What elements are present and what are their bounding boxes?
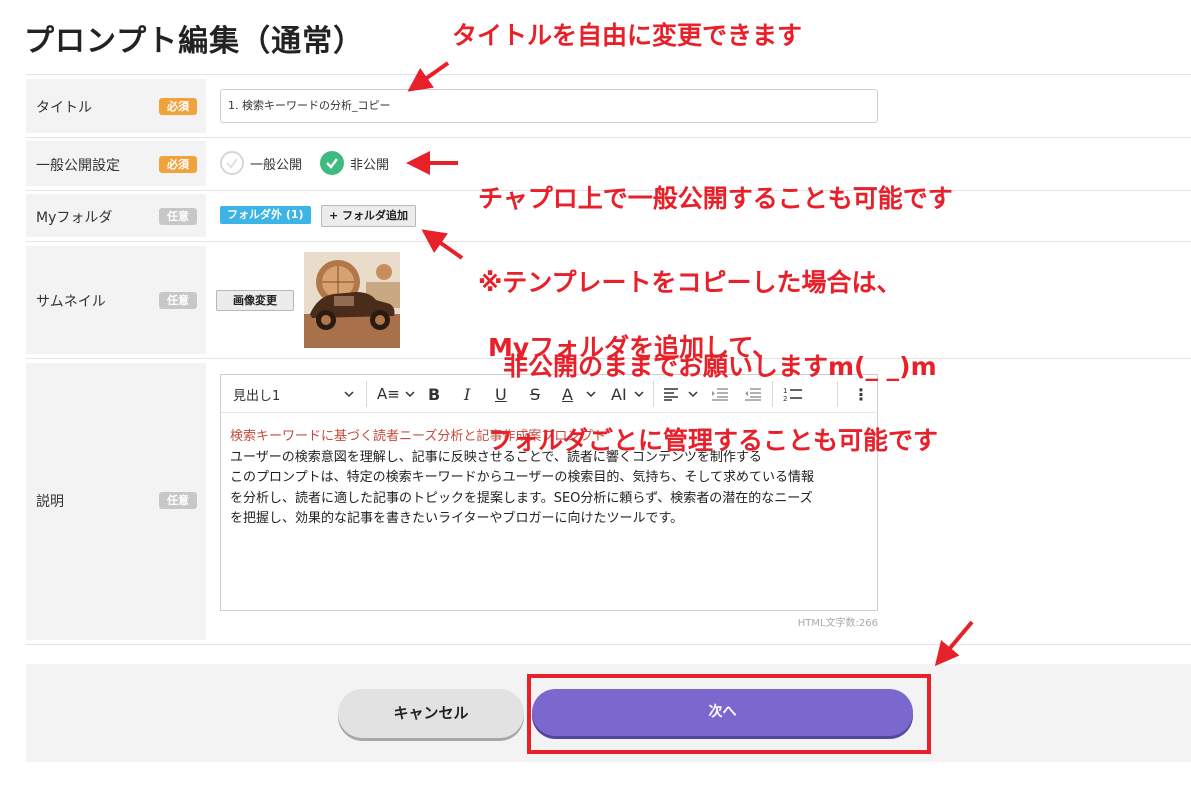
- required-badge: 必須: [159, 98, 197, 115]
- radio-public[interactable]: 一般公開: [220, 150, 302, 176]
- annotation-line: Myフォルダを追加して、: [488, 333, 778, 362]
- description-paragraph-line: を分析し、読者に適した記事のトピックを提案します。SEO分析に頼らず、検索者の潜…: [230, 490, 813, 506]
- annotation-folder-note: Myフォルダを追加して、 フォルダごとに管理することも可能です: [488, 270, 938, 487]
- font-size-icon[interactable]: A≡: [377, 375, 400, 413]
- description-paragraph-line: を把握し、効果的な記事を書きたいライターやブロガーに向けたツールです。: [230, 511, 684, 526]
- cancel-button[interactable]: キャンセル: [338, 689, 524, 738]
- visibility-label-cell: 一般公開設定 必須: [26, 141, 206, 186]
- divider: [26, 74, 1191, 75]
- annotation-line: フォルダごとに管理することも可能です: [488, 426, 939, 455]
- heading-select[interactable]: 見出し1: [233, 375, 280, 413]
- radio-private-label: 非公開: [350, 157, 390, 173]
- radio-public-label: 一般公開: [250, 157, 303, 173]
- toolbar-separator: [366, 381, 367, 407]
- title-label: タイトル: [36, 100, 92, 116]
- char-count: HTML文字数:266: [797, 618, 878, 629]
- check-icon: [320, 151, 344, 175]
- chevron-down-icon[interactable]: [343, 375, 355, 413]
- description-label: 説明: [36, 494, 64, 510]
- folder-label: Myフォルダ: [36, 210, 113, 226]
- arrow-icon: [407, 61, 450, 92]
- italic-icon[interactable]: I: [464, 375, 470, 413]
- thumbnail-label: サムネイル: [36, 294, 106, 310]
- title-label-cell: タイトル 必須: [26, 79, 206, 133]
- folder-label-cell: Myフォルダ 任意: [26, 194, 206, 237]
- annotation-line: チャプロ上で一般公開することも可能です: [478, 184, 953, 213]
- required-badge: 必須: [159, 156, 197, 173]
- folder-tag[interactable]: フォルダ外 (1): [220, 206, 311, 224]
- visibility-label: 一般公開設定: [36, 158, 120, 174]
- bold-icon[interactable]: B: [428, 375, 440, 413]
- heading-select-label: 見出し1: [233, 388, 281, 404]
- chevron-down-icon[interactable]: [404, 375, 416, 413]
- optional-badge: 任意: [159, 292, 197, 309]
- description-label-cell: 説明 任意: [26, 363, 206, 640]
- change-image-button[interactable]: 画像変更: [216, 290, 294, 311]
- arrow-icon: [421, 229, 464, 260]
- add-folder-button[interactable]: + フォルダ追加: [321, 205, 416, 227]
- radio-unchecked-icon: [220, 151, 244, 175]
- thumbnail-label-cell: サムネイル 任意: [26, 246, 206, 354]
- optional-badge: 任意: [159, 208, 197, 225]
- highlight-box: [527, 674, 931, 754]
- radio-private[interactable]: 非公開: [320, 150, 389, 176]
- divider: [26, 644, 1191, 645]
- optional-badge: 任意: [159, 492, 197, 509]
- annotation-title-note: タイトルを自由に変更できます: [452, 21, 803, 50]
- thumbnail-image: [304, 252, 400, 348]
- page-title: プロンプト編集（通常）: [24, 24, 365, 59]
- arrow-icon: [934, 620, 974, 667]
- title-input[interactable]: 1. 検索キーワードの分析_コピー: [220, 89, 878, 123]
